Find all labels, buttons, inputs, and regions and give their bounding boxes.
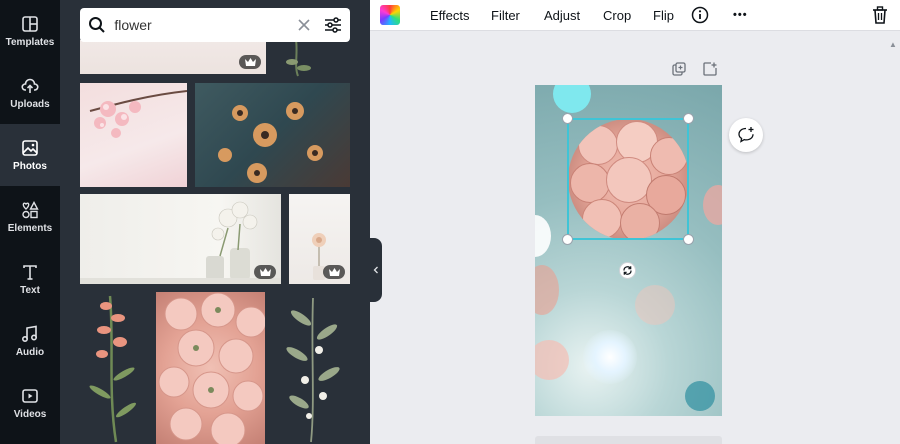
elements-icon [22, 200, 39, 218]
more-options-button[interactable]: ••• [733, 0, 748, 31]
premium-badge [254, 265, 276, 279]
rail-item-videos[interactable]: Videos [0, 372, 60, 434]
music-icon [21, 325, 38, 342]
photo-thumb-ranunculus[interactable] [156, 292, 265, 444]
rail-item-photos[interactable]: Photos [0, 124, 60, 186]
premium-badge [239, 55, 261, 69]
bokeh-light [635, 285, 675, 325]
adjust-button[interactable]: Adjust [544, 0, 580, 31]
resize-handle-bottom-right[interactable] [683, 234, 694, 245]
search-input[interactable] [114, 17, 296, 33]
rose-petal [582, 199, 622, 239]
collapse-panel-handle[interactable] [370, 238, 382, 302]
next-page-preview[interactable] [535, 436, 722, 444]
rail-item-audio[interactable]: Audio [0, 310, 60, 372]
effects-button[interactable]: Effects [430, 0, 470, 31]
add-page-icon[interactable] [702, 61, 718, 77]
rail-item-uploads[interactable]: Uploads [0, 62, 60, 124]
rail-item-text[interactable]: Text [0, 248, 60, 310]
clear-icon[interactable] [295, 15, 313, 35]
daisies-illustration [218, 102, 323, 183]
photo-thumb-cherry-blossom[interactable] [80, 83, 187, 187]
rail-label-videos: Videos [13, 408, 47, 420]
rose-petal [620, 203, 660, 240]
resize-handle-top-right[interactable] [683, 113, 694, 124]
premium-badge [323, 265, 345, 279]
trash-icon[interactable] [870, 5, 890, 25]
branch-illustration [286, 40, 311, 77]
crop-button[interactable]: Crop [603, 0, 631, 31]
info-icon[interactable] [690, 5, 710, 25]
search-bar [80, 8, 350, 42]
editor-toolbar: Effects Filter Adjust Crop Flip ••• [370, 0, 900, 31]
rose-petal [570, 163, 610, 203]
crown-icon [244, 58, 256, 66]
rail-item-elements[interactable]: Elements [0, 186, 60, 248]
rail-label-templates: Templates [5, 36, 55, 48]
photo-thumb-botanical-sketch[interactable] [273, 292, 350, 444]
bokeh-light [553, 85, 591, 113]
upload-icon [21, 78, 39, 93]
bokeh-light [535, 265, 559, 315]
bokeh-light [583, 330, 637, 384]
rose-petal [650, 137, 688, 175]
search-icon[interactable] [88, 15, 106, 35]
botanical-illustration [286, 297, 340, 443]
photo-thumb-partial-1[interactable] [80, 40, 266, 74]
snapdragon-illustration [89, 295, 136, 443]
bokeh-light [685, 381, 715, 411]
templates-icon [22, 15, 38, 32]
photo-thumb-partial-2[interactable] [272, 40, 350, 78]
resize-handle-bottom-left[interactable] [562, 234, 573, 245]
photo-thumb-dark-daisies[interactable] [195, 83, 350, 187]
filter-sliders-icon[interactable] [324, 15, 342, 35]
rotate-handle[interactable] [619, 262, 636, 279]
photo-thumb-single-flower[interactable] [289, 194, 350, 284]
filter-button[interactable]: Filter [491, 0, 520, 31]
rotate-icon [623, 266, 632, 275]
photos-panel [60, 0, 370, 444]
text-icon [23, 264, 37, 280]
bokeh-light [535, 340, 569, 380]
left-rail: Templates Uploads Photos Elements Text A… [0, 0, 60, 444]
vases-illustration [80, 201, 281, 284]
rail-label-text: Text [20, 284, 40, 296]
duplicate-page-icon[interactable] [671, 61, 687, 77]
video-icon [22, 388, 38, 403]
rail-label-elements: Elements [7, 222, 53, 234]
flip-button[interactable]: Flip [653, 0, 674, 31]
comment-icon [738, 127, 754, 143]
ranunculus-illustration [158, 292, 265, 444]
bokeh-light [703, 185, 722, 225]
resize-handle-top-left[interactable] [562, 113, 573, 124]
scroll-up-arrow[interactable]: ▲ [889, 40, 897, 49]
crown-icon [328, 268, 340, 276]
selected-image-element[interactable] [568, 119, 689, 240]
rail-label-uploads: Uploads [10, 98, 50, 110]
photo-thumb-snapdragon[interactable] [80, 292, 148, 444]
color-picker-swatch[interactable] [380, 5, 400, 25]
chevron-left-icon [373, 266, 378, 274]
blossom-illustration [89, 90, 187, 138]
bokeh-light [535, 215, 551, 257]
photo-icon [22, 139, 38, 156]
rail-item-templates[interactable]: Templates [0, 0, 60, 62]
crown-icon [259, 268, 271, 276]
photo-thumb-vases[interactable] [80, 194, 281, 284]
rail-label-audio: Audio [15, 346, 45, 358]
add-comment-button[interactable] [729, 118, 763, 152]
rail-label-photos: Photos [13, 160, 47, 172]
rose-petal [578, 125, 618, 165]
